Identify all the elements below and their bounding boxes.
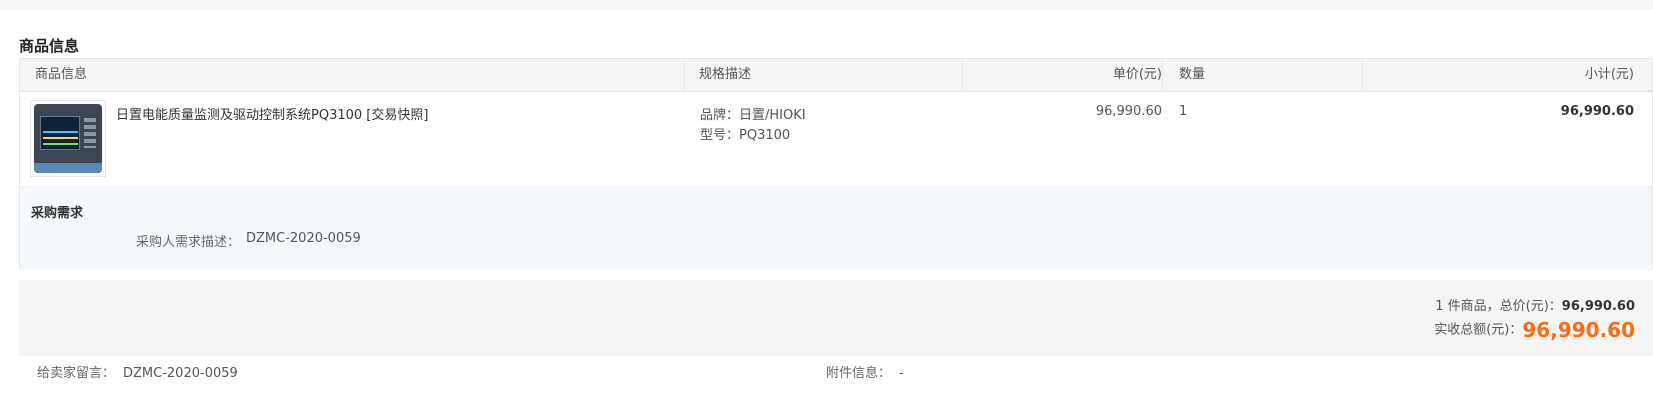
summary-count-line: 1 件商品，总价(元)：96,990.60	[1435, 295, 1635, 314]
seller-message: 给卖家留言： DZMC-2020-0059	[37, 362, 238, 381]
waveform-line	[43, 143, 78, 145]
summary-total: 96,990.60	[1561, 299, 1635, 314]
waveform-line	[43, 137, 78, 139]
device-band-graphic	[34, 163, 102, 173]
table-row: 日置电能质量监测及驱动控制系统PQ3100 [交易快照] 品牌：日置/HIOKI…	[20, 92, 1652, 186]
requirement-value: DZMC-2020-0059	[246, 231, 361, 246]
header-spec: 规格描述	[699, 67, 752, 82]
table-header: 商品信息 规格描述 单价(元) 数量 小计(元)	[20, 59, 1652, 92]
quantity: 1	[1179, 104, 1188, 119]
summary-count-text: 1 件商品，总价(元)：	[1435, 299, 1562, 314]
requirement-label: 采购人需求描述：	[136, 235, 241, 250]
waveform-line	[43, 131, 78, 133]
seller-message-value: DZMC-2020-0059	[123, 366, 238, 381]
received-total-amount: 96,990.60	[1522, 318, 1635, 342]
received-total-label: 实收总额(元)：	[1434, 322, 1523, 338]
attachment-info: 附件信息： -	[826, 362, 904, 381]
summary-received-line: 实收总额(元)：96,990.60	[1434, 318, 1635, 342]
attachment-label: 附件信息：	[826, 366, 892, 381]
goods-table: 商品信息 规格描述 单价(元) 数量 小计(元) 日置电能质量监测及驱动控制系统…	[19, 58, 1653, 270]
order-goods-card: 商品信息 商品信息 规格描述 单价(元) 数量 小计(元) 日置电能质量监测及驱…	[0, 10, 1653, 412]
device-screen-graphic	[40, 116, 80, 150]
product-thumbnail[interactable]	[30, 100, 106, 177]
header-quantity: 数量	[1179, 67, 1206, 82]
section-title: 商品信息	[19, 37, 80, 55]
product-title-link[interactable]: 日置电能质量监测及驱动控制系统PQ3100 [交易快照]	[116, 104, 428, 123]
header-product: 商品信息	[35, 67, 88, 82]
spec-model: 型号：PQ3100	[700, 128, 791, 143]
order-summary: 1 件商品，总价(元)：96,990.60 实收总额(元)：96,990.60	[19, 280, 1653, 356]
subtotal: 96,990.60	[1560, 104, 1634, 119]
header-unit-price: 单价(元)	[1112, 67, 1162, 82]
header-subtotal: 小计(元)	[1584, 67, 1634, 82]
attachment-value: -	[899, 366, 904, 381]
requirement-title: 采购需求	[31, 206, 84, 221]
power-analyzer-image	[34, 104, 102, 173]
spec-brand: 品牌：日置/HIOKI	[700, 108, 806, 123]
device-keypad-graphic	[84, 118, 96, 148]
seller-message-label: 给卖家留言：	[37, 366, 116, 381]
purchase-requirement: 采购需求 采购人需求描述： DZMC-2020-0059	[20, 186, 1652, 270]
unit-price: 96,990.60	[1095, 104, 1162, 119]
